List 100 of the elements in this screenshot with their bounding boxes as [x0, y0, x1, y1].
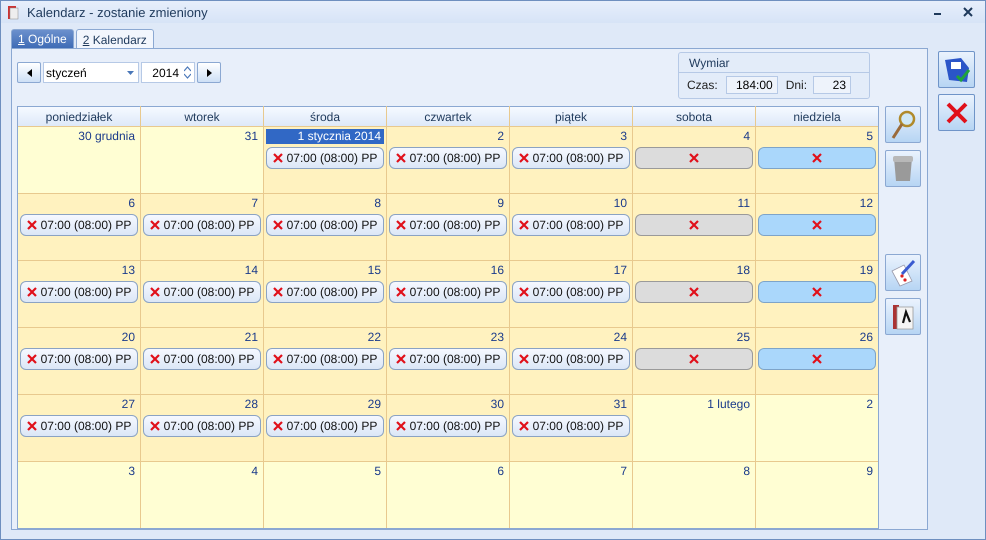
schedule-entry[interactable]: 07:00 (08:00) PP	[266, 281, 384, 303]
day-cell[interactable]: 4	[633, 127, 755, 193]
day-cell[interactable]: 25	[633, 328, 755, 394]
schedule-entry[interactable]: 07:00 (08:00) PP	[143, 281, 261, 303]
schedule-entry[interactable]: 07:00 (08:00) PP	[143, 214, 261, 236]
schedule-entry[interactable]: 07:00 (08:00) PP	[389, 214, 507, 236]
day-cell[interactable]: 30 grudnia	[18, 127, 140, 193]
day-cell[interactable]: 4	[141, 462, 263, 528]
schedule-entry[interactable]: 07:00 (08:00) PP	[143, 348, 261, 370]
day-cell[interactable]: 2	[756, 395, 878, 461]
schedule-entry[interactable]: 07:00 (08:00) PP	[389, 415, 507, 437]
day-cell[interactable]: 31 07:00 (08:00) PP	[510, 395, 632, 461]
dropdown-caret-icon	[127, 70, 134, 74]
day-cell[interactable]: 9 07:00 (08:00) PP	[387, 194, 509, 260]
day-cell[interactable]: 20 07:00 (08:00) PP	[18, 328, 140, 394]
day-date: 24	[612, 330, 628, 345]
day-cell[interactable]: 15 07:00 (08:00) PP	[264, 261, 386, 327]
day-cell[interactable]: 5	[756, 127, 878, 193]
cross-icon	[272, 287, 283, 297]
day-cell[interactable]: 8 07:00 (08:00) PP	[264, 194, 386, 260]
day-cell[interactable]: 14 07:00 (08:00) PP	[141, 261, 263, 327]
day-cell[interactable]: 12	[756, 194, 878, 260]
day-cell[interactable]: 28 07:00 (08:00) PP	[141, 395, 263, 461]
day-date: 5	[865, 129, 874, 144]
schedule-entry[interactable]: 07:00 (08:00) PP	[512, 348, 630, 370]
schedule-entry[interactable]: 07:00 (08:00) PP	[389, 281, 507, 303]
day-cell[interactable]: 26	[756, 328, 878, 394]
schedule-entry[interactable]: 07:00 (08:00) PP	[20, 348, 138, 370]
day-cell[interactable]: 1 lutego	[633, 395, 755, 461]
day-cell[interactable]: 7 07:00 (08:00) PP	[141, 194, 263, 260]
cross-icon	[272, 220, 283, 230]
cross-icon	[150, 220, 160, 230]
save-button[interactable]	[938, 51, 975, 88]
day-cell[interactable]: 27 07:00 (08:00) PP	[18, 395, 140, 461]
schedule-entry[interactable]: 07:00 (08:00) PP	[20, 415, 138, 437]
day-cell[interactable]: 9	[756, 462, 878, 528]
calendar-button[interactable]	[885, 298, 921, 335]
month-dropdown[interactable]: styczeń	[43, 62, 139, 83]
edit-button[interactable]	[885, 254, 921, 291]
cross-icon	[396, 287, 406, 297]
cross-icon	[150, 354, 160, 364]
field-label: Czas:	[687, 78, 718, 92]
day-cell[interactable]: 21 07:00 (08:00) PP	[141, 328, 263, 394]
schedule-entry[interactable]: 07:00 (08:00) PP	[266, 147, 384, 169]
day-cell[interactable]: 31	[141, 127, 263, 193]
day-date: 6	[127, 196, 136, 211]
day-cell[interactable]: 10 07:00 (08:00) PP	[510, 194, 632, 260]
day-cell[interactable]: 3	[18, 462, 140, 528]
day-cell[interactable]: 7	[510, 462, 632, 528]
day-cell[interactable]: 3 07:00 (08:00) PP	[510, 127, 632, 193]
schedule-entry[interactable]: 07:00 (08:00) PP	[512, 415, 630, 437]
schedule-entry[interactable]: 07:00 (08:00) PP	[20, 281, 138, 303]
day-date: 1 stycznia 2014	[266, 129, 384, 144]
search-button[interactable]	[885, 106, 921, 143]
day-cell[interactable]: 6 07:00 (08:00) PP	[18, 194, 140, 260]
day-date: 7	[619, 464, 628, 479]
schedule-entry[interactable]: 07:00 (08:00) PP	[266, 214, 384, 236]
schedule-entry[interactable]: 07:00 (08:00) PP	[143, 415, 261, 437]
day-cell[interactable]: 17 07:00 (08:00) PP	[510, 261, 632, 327]
cross-icon	[518, 354, 529, 364]
cross-icon	[26, 220, 37, 230]
day-date: 26	[858, 330, 874, 345]
year-spinner[interactable]: 2014	[141, 62, 195, 83]
schedule-entry[interactable]: 07:00 (08:00) PP	[20, 214, 138, 236]
day-date: 8	[742, 464, 751, 479]
dni-field: 23	[813, 76, 852, 94]
schedule-entry[interactable]: 07:00 (08:00) PP	[266, 415, 384, 437]
day-cell[interactable]: 11	[633, 194, 755, 260]
day-cell[interactable]: 1 stycznia 2014 07:00 (08:00) PP	[264, 127, 386, 193]
day-cell[interactable]: 18	[633, 261, 755, 327]
cross-icon	[812, 354, 822, 364]
cross-icon	[150, 421, 160, 431]
day-cell[interactable]: 29 07:00 (08:00) PP	[264, 395, 386, 461]
day-cell[interactable]: 6	[387, 462, 509, 528]
schedule-entry[interactable]: 07:00 (08:00) PP	[389, 147, 507, 169]
next-button[interactable]	[197, 62, 221, 83]
day-cell[interactable]: 2 07:00 (08:00) PP	[387, 127, 509, 193]
day-date: 17	[612, 263, 628, 278]
close-icon[interactable]	[963, 7, 973, 17]
day-cell[interactable]: 23 07:00 (08:00) PP	[387, 328, 509, 394]
schedule-entry[interactable]: 07:00 (08:00) PP	[266, 348, 384, 370]
day-cell[interactable]: 19	[756, 261, 878, 327]
schedule-entry[interactable]: 07:00 (08:00) PP	[512, 281, 630, 303]
schedule-entry[interactable]: 07:00 (08:00) PP	[512, 147, 630, 169]
day-cell[interactable]: 13 07:00 (08:00) PP	[18, 261, 140, 327]
day-cell[interactable]: 24 07:00 (08:00) PP	[510, 328, 632, 394]
day-date: 13	[120, 263, 136, 278]
previous-button[interactable]	[17, 62, 41, 83]
day-cell[interactable]: 16 07:00 (08:00) PP	[387, 261, 509, 327]
day-cell[interactable]: 30 07:00 (08:00) PP	[387, 395, 509, 461]
schedule-entry[interactable]: 07:00 (08:00) PP	[512, 214, 630, 236]
field-label: Dni:	[786, 78, 808, 92]
day-cell[interactable]: 5	[264, 462, 386, 528]
day-cell[interactable]: 22 07:00 (08:00) PP	[264, 328, 386, 394]
tab[interactable]: 2 Kalendarz	[76, 29, 154, 49]
delete-button[interactable]	[885, 150, 921, 187]
tab[interactable]: 1 Ogólne	[11, 29, 74, 48]
cancel-button[interactable]	[938, 94, 975, 131]
day-cell[interactable]: 8	[633, 462, 755, 528]
schedule-entry[interactable]: 07:00 (08:00) PP	[389, 348, 507, 370]
